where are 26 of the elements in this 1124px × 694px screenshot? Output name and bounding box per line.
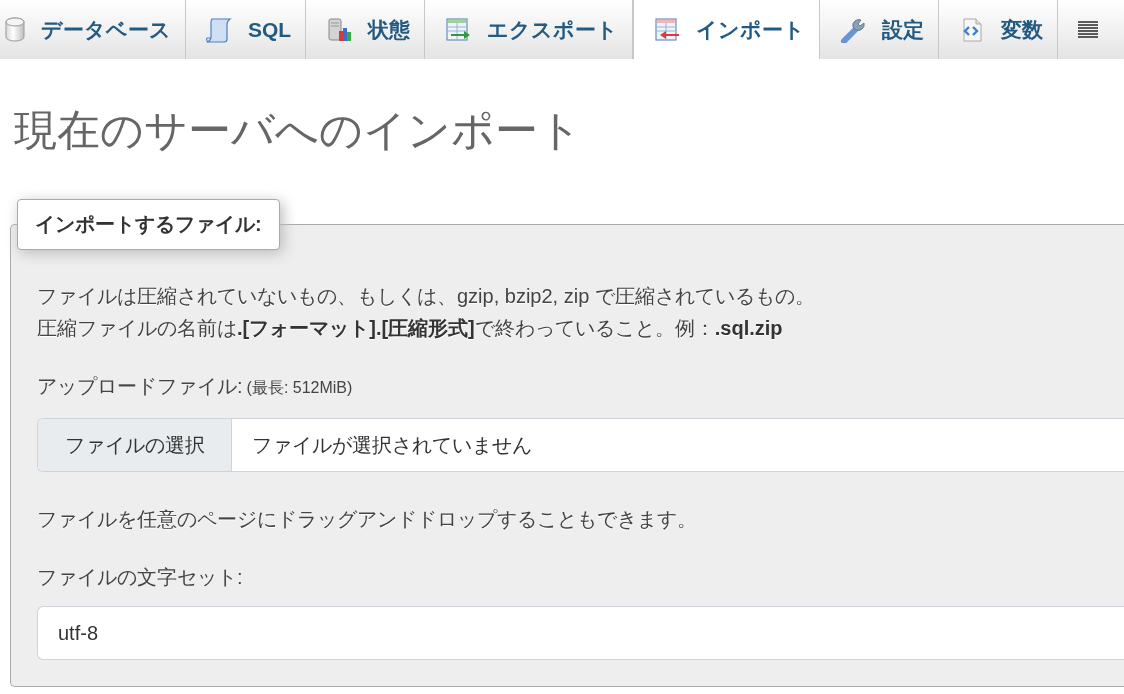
drag-hint-text: ファイルを任意のページにドラッグアンドドロップすることもできます。	[37, 507, 697, 532]
file-input-field[interactable]: ファイルの選択 ファイルが選択されていません	[37, 418, 1124, 472]
tab[interactable]: 設定	[820, 0, 940, 59]
charset-select[interactable]: utf-8	[37, 606, 1124, 660]
wrench-icon	[840, 16, 867, 43]
file-status-text: ファイルが選択されていません	[251, 432, 532, 458]
server-chart-icon	[326, 16, 353, 43]
description-text: 圧縮ファイルの名前は.[フォーマット].[圧縮形式]で終わっていること。例：.sql.zip	[37, 316, 783, 341]
choose-file-button[interactable]: ファイルの選択	[38, 419, 232, 471]
panel-legend: インポートするファイル:	[17, 199, 280, 250]
upload-label: アップロードファイル:	[37, 374, 243, 399]
tab[interactable]: エクスポート	[425, 0, 634, 59]
tab[interactable]: インポート	[633, 0, 821, 59]
tab[interactable]: 状態	[306, 0, 426, 59]
tab[interactable]: 変数	[939, 0, 1059, 59]
list-icon	[1078, 20, 1099, 39]
page-title: 現在のサーバへのインポート	[14, 105, 583, 156]
document-icon	[206, 16, 232, 43]
table-arrow-icon	[445, 16, 472, 43]
description-text: ファイルは圧縮されていないもの、もしくは、gzip, bzip2, zip で圧縮されているもの。	[37, 284, 815, 309]
table-arrow-icon	[654, 16, 681, 43]
tab[interactable]: SQL	[186, 0, 307, 59]
charset-label: ファイルの文字セット:	[37, 565, 243, 590]
upload-limit-text: (最長: 512MiB)	[246, 378, 353, 398]
database-icon	[5, 17, 25, 42]
tab[interactable]: データベース	[0, 0, 186, 59]
